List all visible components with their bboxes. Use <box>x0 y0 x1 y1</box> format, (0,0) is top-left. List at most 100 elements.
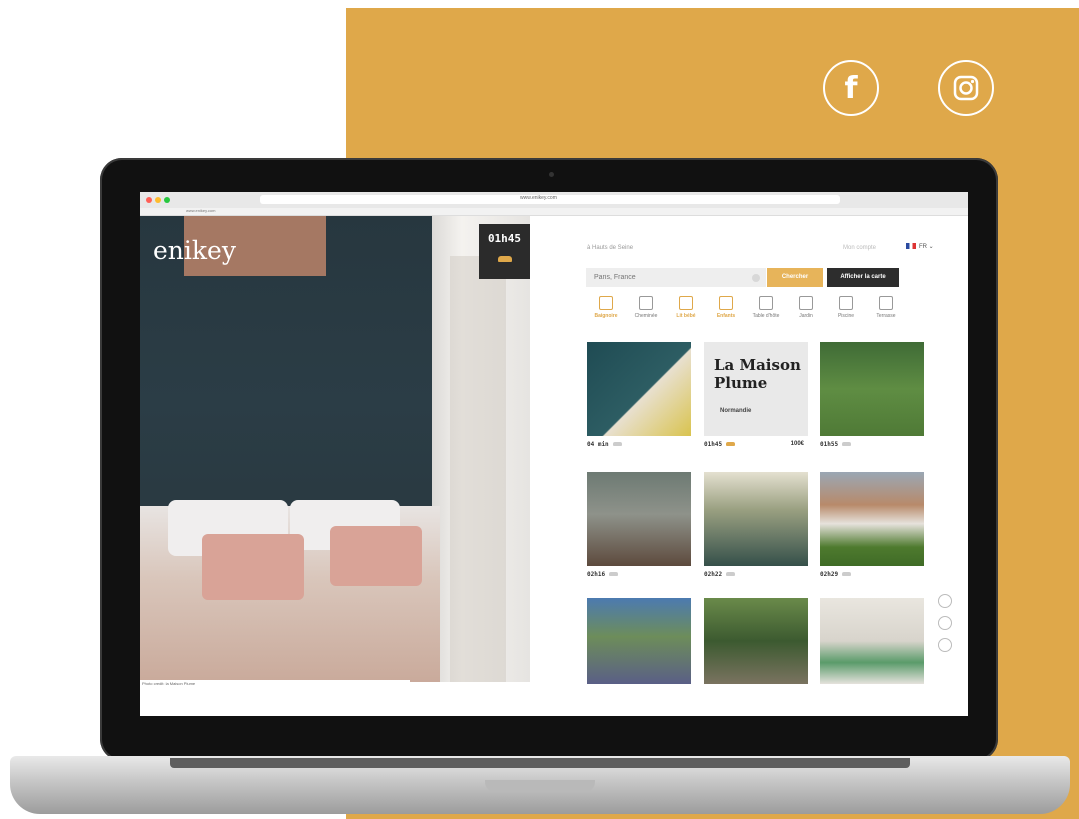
hero-image <box>140 216 530 682</box>
listing-travel-time: 02h29 <box>820 571 839 578</box>
dining-table-icon <box>759 296 773 310</box>
hero-window-frame <box>432 216 530 682</box>
hero-caption: Photo credit: la Maison Plume <box>142 681 196 686</box>
search-button[interactable]: Chercher <box>767 268 823 287</box>
pool-icon <box>839 296 853 310</box>
filter-jardin[interactable]: Jardin <box>786 296 826 319</box>
listing-meta: 04 min <box>587 441 691 448</box>
listing-travel-time: 01h55 <box>820 441 839 448</box>
chevron-down-icon: ⌄ <box>928 244 934 250</box>
results-panel: à Hauts de Seine Mon compte FR ⌄ Cherche… <box>530 216 968 716</box>
filter-label: Table d'hôte <box>752 313 780 319</box>
facebook-icon[interactable]: f <box>823 60 879 116</box>
zoom-icon[interactable] <box>938 594 952 608</box>
filter-cheminee[interactable]: Cheminée <box>626 296 666 319</box>
list-view-icon[interactable] <box>938 616 952 630</box>
listing-meta: 02h22 <box>704 571 808 578</box>
listing-meta: 02h16 <box>587 571 691 578</box>
listing-card[interactable]: 01h55 <box>820 342 924 448</box>
tab-strip: www.enikey.com <box>140 208 968 216</box>
language-label: FR <box>919 244 927 250</box>
search-input[interactable] <box>586 268 756 287</box>
hero-pillow <box>202 534 304 600</box>
listing-card[interactable]: 02h29 <box>820 472 924 578</box>
laptop-base <box>10 756 1070 814</box>
minimize-window-icon[interactable] <box>155 197 161 203</box>
deckchair-icon <box>879 296 893 310</box>
address-bar[interactable]: www.enikey.com <box>260 195 840 204</box>
filter-piscine[interactable]: Piscine <box>826 296 866 319</box>
listing-card[interactable]: 04 min <box>587 342 691 448</box>
listing-travel-time: 02h16 <box>587 571 606 578</box>
crib-icon <box>679 296 693 310</box>
listing-photo <box>820 342 924 436</box>
amenity-filters: Baignoire Cheminée Lit bébé Enfants Tabl… <box>586 296 916 324</box>
hero-window-glass <box>450 256 506 682</box>
listing-card[interactable] <box>704 598 808 684</box>
filter-label: Lit bébé <box>676 313 696 319</box>
listing-travel-time: 01h45 <box>704 441 723 448</box>
instagram-icon[interactable] <box>938 60 994 116</box>
filter-label: Terrasse <box>876 313 896 319</box>
listing-photo <box>587 598 691 684</box>
clear-icon[interactable] <box>752 274 760 282</box>
filter-label: Piscine <box>837 313 855 319</box>
laptop-camera <box>549 172 554 177</box>
account-link[interactable]: Mon compte <box>843 245 876 251</box>
laptop-screen: www.enikey.com www.enikey.com Photo cred… <box>140 192 968 716</box>
car-icon <box>498 256 512 262</box>
filter-table-hote[interactable]: Table d'hôte <box>746 296 786 319</box>
browser-toolbar: www.enikey.com <box>140 192 968 209</box>
rocking-horse-icon <box>719 296 733 310</box>
site-logo[interactable]: enikey <box>153 236 236 265</box>
filter-terrasse[interactable]: Terrasse <box>866 296 906 319</box>
bathtub-icon <box>599 296 613 310</box>
filter-baignoire[interactable]: Baignoire <box>586 296 626 319</box>
search-field[interactable] <box>586 268 766 287</box>
close-window-icon[interactable] <box>146 197 152 203</box>
filter-label: Jardin <box>799 313 813 319</box>
listing-travel-time: 04 min <box>587 441 609 448</box>
hero-travel-time-value: 01h45 <box>487 232 522 245</box>
car-icon <box>609 572 619 577</box>
filter-label: Enfants <box>716 313 736 319</box>
fireplace-icon <box>639 296 653 310</box>
listing-photo <box>587 342 691 436</box>
hero-pillow <box>330 526 422 586</box>
listing-card[interactable]: 02h22 <box>704 472 808 578</box>
browser-tab[interactable]: www.enikey.com <box>186 208 216 213</box>
listing-photo <box>820 598 924 684</box>
car-icon <box>842 442 852 447</box>
listing-meta: 01h45 100€ <box>704 441 808 448</box>
featured-region: Normandie <box>720 408 752 414</box>
laptop-notch <box>485 780 595 792</box>
listing-travel-time: 02h22 <box>704 571 723 578</box>
car-icon <box>726 442 736 447</box>
listing-photo <box>587 472 691 566</box>
tree-icon <box>799 296 813 310</box>
listing-card[interactable] <box>820 598 924 684</box>
listing-meta: 01h55 <box>820 441 924 448</box>
show-map-button[interactable]: Afficher la carte <box>827 268 899 287</box>
listing-card-featured[interactable]: La Maison Plume Normandie 01h45 100€ <box>704 342 808 448</box>
filter-lit-bebe[interactable]: Lit bébé <box>666 296 706 319</box>
listing-photo <box>704 598 808 684</box>
maximize-window-icon[interactable] <box>164 197 170 203</box>
featured-title: La Maison Plume <box>714 356 801 392</box>
listing-photo <box>704 472 808 566</box>
listing-price: 100€ <box>790 441 804 447</box>
car-icon <box>726 572 736 577</box>
filter-label: Cheminée <box>634 313 658 319</box>
language-selector[interactable]: FR ⌄ <box>906 243 934 250</box>
filter-label: Baignoire <box>594 313 618 319</box>
address-bar-url: www.enikey.com <box>520 195 557 201</box>
filter-enfants[interactable]: Enfants <box>706 296 746 319</box>
listing-card[interactable] <box>587 598 691 684</box>
hero-travel-time: 01h45 <box>479 224 530 279</box>
car-icon <box>612 442 622 447</box>
listing-card[interactable]: 02h16 <box>587 472 691 578</box>
car-icon <box>842 572 852 577</box>
share-icon[interactable] <box>938 638 952 652</box>
france-flag-icon <box>906 243 916 250</box>
laptop-hinge <box>170 758 910 768</box>
